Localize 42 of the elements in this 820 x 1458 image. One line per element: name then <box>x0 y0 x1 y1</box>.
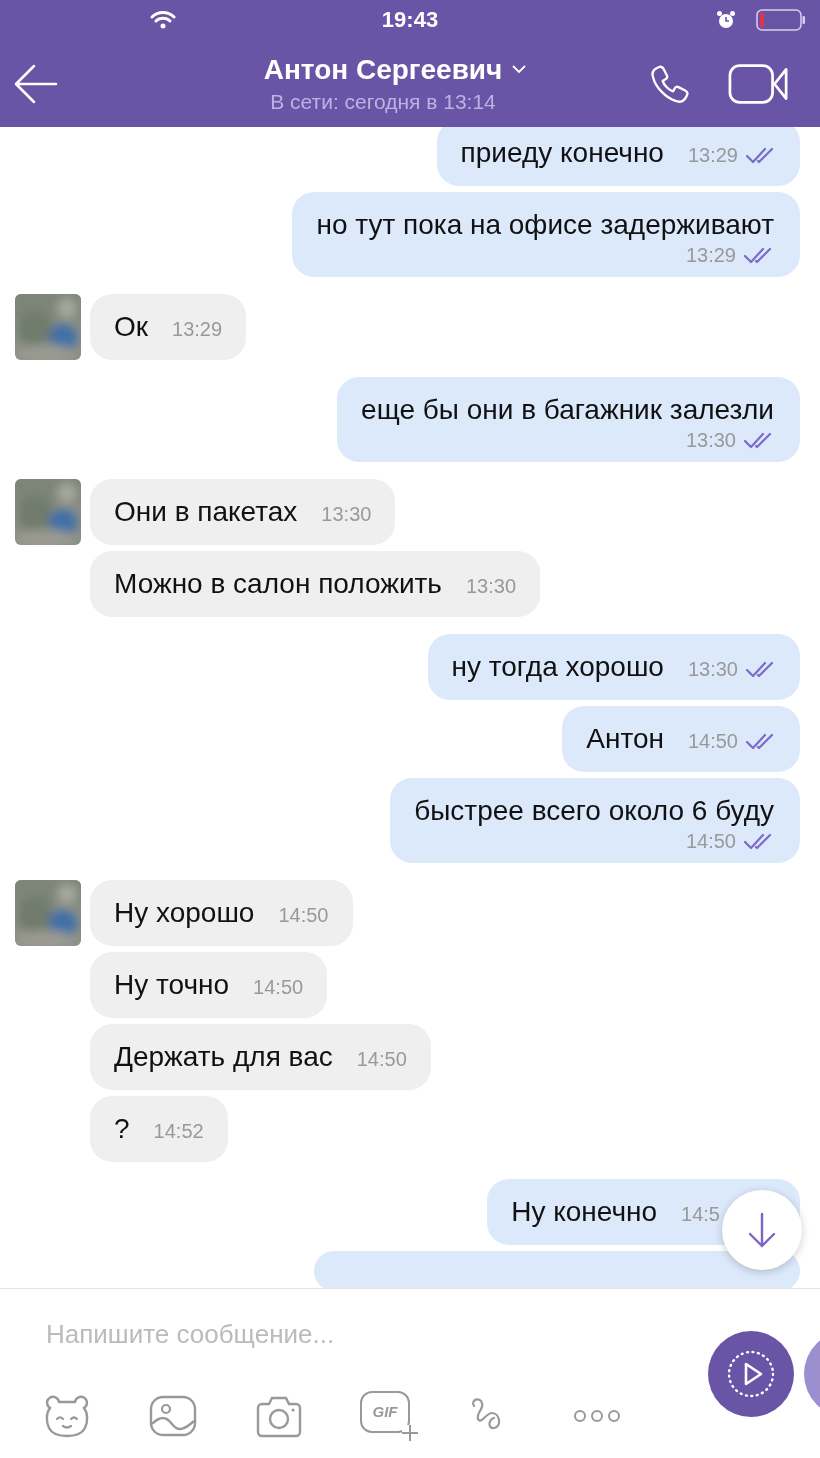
message-text: ? <box>114 1112 130 1146</box>
message-text: быстрее всего около 6 буду <box>414 794 774 828</box>
message-time: 14:50 <box>356 1048 407 1071</box>
chevron-icon[interactable] <box>512 65 527 74</box>
message-text: но тут пока на офисе задерживают <box>316 208 774 242</box>
message-time: 13:29 <box>687 144 738 167</box>
arrow-down-icon <box>747 1212 777 1248</box>
wifi-icon <box>150 10 176 30</box>
camera-icon[interactable] <box>254 1394 304 1438</box>
message-text: еще бы они в багажник залезли <box>361 393 774 427</box>
message-text: Ну хорошо <box>114 896 255 930</box>
message-input[interactable]: Напишите сообщение... <box>46 1319 606 1350</box>
message-text: Антон <box>586 722 664 756</box>
message-text: ну тогда хорошо <box>451 650 664 684</box>
message-time: 14:50 <box>687 730 738 753</box>
message-time: 14:52 <box>153 1120 204 1143</box>
back-button[interactable] <box>12 63 58 104</box>
message-time: 13:30 <box>465 575 516 598</box>
message-text: Ну точно <box>114 968 230 1002</box>
message-time: 14:50 <box>278 904 329 927</box>
message-time: 13:29 <box>172 318 223 341</box>
contact-name[interactable]: Антон Сергеевич <box>263 53 503 86</box>
more-icon[interactable] <box>572 1408 622 1424</box>
message-text: Ок <box>114 310 149 344</box>
image-icon[interactable] <box>148 1394 198 1438</box>
message-time: 13:29 <box>685 244 736 267</box>
battery-icon <box>756 9 806 31</box>
message-text: Ну конечно <box>511 1195 658 1229</box>
message-time: 14:50 <box>685 830 736 853</box>
message-text: приеду конечно <box>460 136 664 170</box>
online-status: В сети: сегодня в 13:14 <box>270 89 496 114</box>
video-call-button[interactable] <box>728 62 790 105</box>
message-time: 13:30 <box>321 503 372 526</box>
message-time: 14:50 <box>253 976 304 999</box>
alarm-icon <box>716 10 736 30</box>
status-time: 19:43 <box>380 7 440 33</box>
message-time: 13:30 <box>687 658 738 681</box>
message-text: Можно в салон положить <box>114 567 442 601</box>
message-text: Они в пакетах <box>114 495 298 529</box>
message-time: 14:5 <box>681 1203 720 1226</box>
message-text: Держать для вас <box>114 1040 333 1074</box>
message-time: 13:30 <box>685 429 736 452</box>
